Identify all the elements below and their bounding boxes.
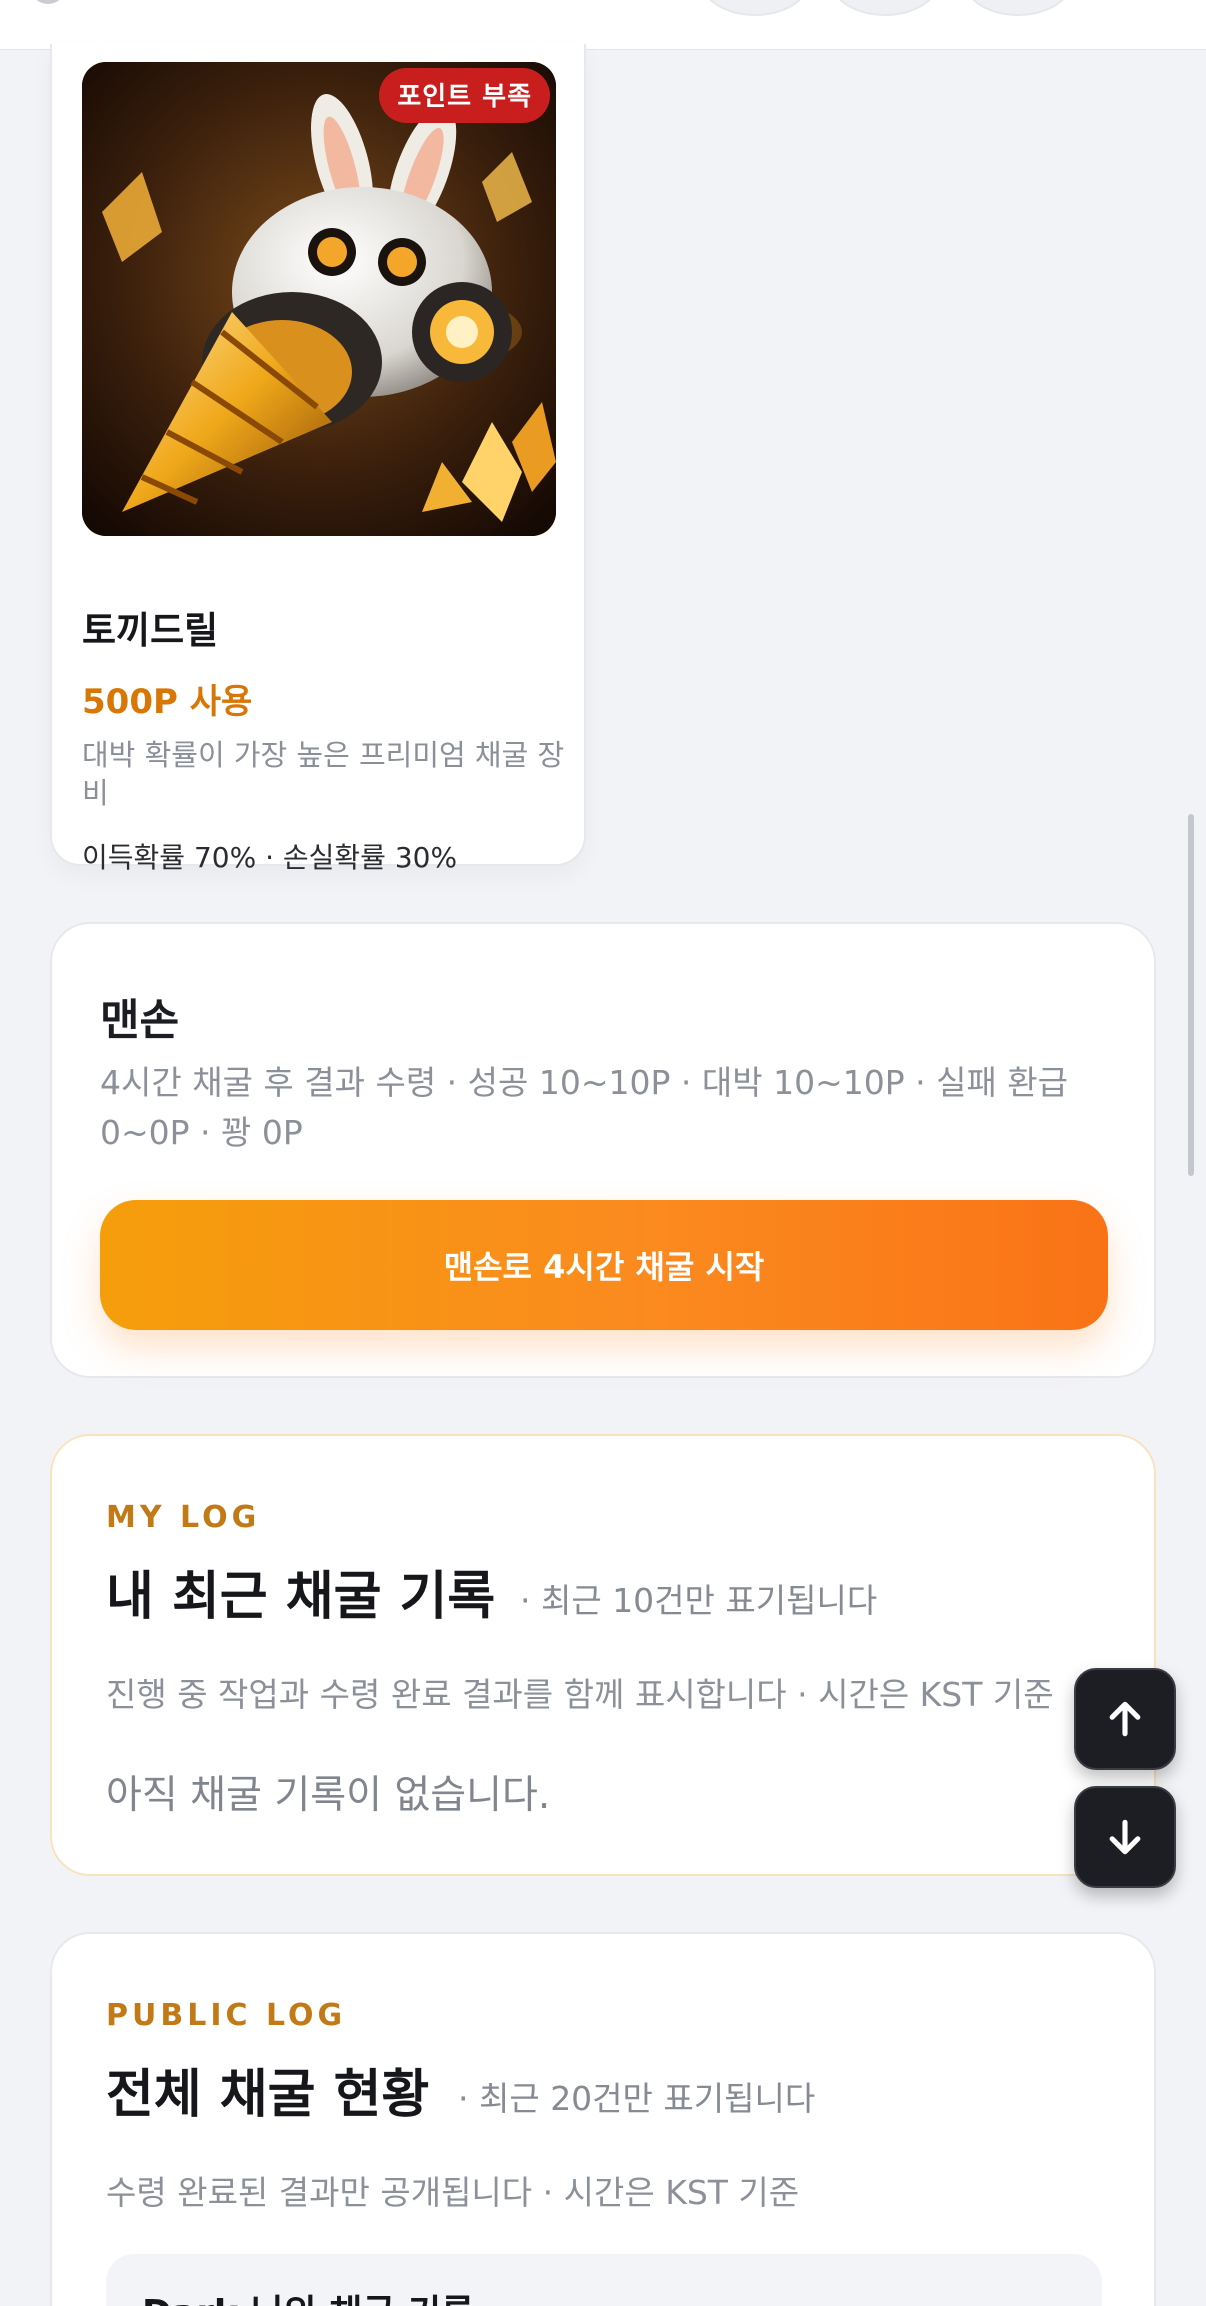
header-avatar-2[interactable] — [830, 0, 940, 16]
my-log-card: MY LOG 내 최근 채굴 기록 · 최근 10건만 표기됩니다 진행 중 작… — [50, 1434, 1156, 1876]
public-log-eyebrow: PUBLIC LOG — [106, 1998, 347, 2033]
arrow-down-icon — [1109, 1819, 1141, 1855]
public-log-card: PUBLIC LOG 전체 채굴 현황 · 최근 20건만 표기됩니다 수령 완… — [50, 1932, 1156, 2306]
item-image: 포인트 부족 — [82, 62, 556, 536]
header-avatar-1[interactable] — [700, 0, 810, 16]
page: 포인트 부족 토끼드릴 500P 사용 대박 확률이 가장 높은 프리미엄 채굴… — [0, 0, 1206, 2306]
top-header — [0, 0, 1206, 50]
my-log-title: 내 최근 채굴 기록 — [106, 1567, 496, 1627]
my-log-eyebrow: MY LOG — [106, 1500, 261, 1535]
scroll-bottom-button[interactable] — [1074, 1786, 1176, 1888]
item-name: 토끼드릴 — [82, 609, 219, 652]
public-log-title: 전체 채굴 현황 — [106, 2065, 430, 2125]
page-scrollbar[interactable] — [1188, 814, 1194, 1176]
menu-icon[interactable] — [30, 0, 66, 4]
barehand-description: 4시간 채굴 후 결과 수령 · 성공 10~10P · 대박 10~10P ·… — [100, 1063, 1069, 1152]
my-log-subtitle: · 최근 10건만 표기됩니다 — [520, 1581, 878, 1620]
arrow-up-icon — [1109, 1701, 1141, 1737]
my-log-empty-message: 아직 채굴 기록이 없습니다. — [106, 1773, 551, 1818]
start-mining-button[interactable]: 맨손로 4시간 채굴 시작 — [100, 1200, 1108, 1330]
public-log-entry: Dark 님의 채굴 기록 — [106, 2254, 1102, 2306]
my-log-note: 진행 중 작업과 수령 완료 결과를 함께 표시합니다 · 시간은 KST 기준 — [106, 1675, 1054, 1714]
public-log-note: 수령 완료된 결과만 공개됩니다 · 시간은 KST 기준 — [106, 2173, 800, 2212]
header-avatar-3[interactable] — [963, 0, 1073, 16]
item-price: 500P 사용 — [82, 682, 253, 722]
barehand-card: 맨손 4시간 채굴 후 결과 수령 · 성공 10~10P · 대박 10~10… — [50, 922, 1156, 1378]
public-log-subtitle: · 최근 20건만 표기됩니다 — [458, 2079, 816, 2118]
item-odds: 이득확률 70% · 손실확률 30% — [82, 841, 458, 874]
barehand-title: 맨손 — [100, 996, 180, 1046]
item-card-rabbit-drill[interactable]: 포인트 부족 토끼드릴 500P 사용 대박 확률이 가장 높은 프리미엄 채굴… — [50, 44, 586, 874]
public-log-entry-title: Dark 님의 채굴 기록 — [142, 2284, 474, 2306]
scroll-top-button[interactable] — [1074, 1668, 1176, 1770]
item-description: 대박 확률이 가장 높은 프리미엄 채굴 장비 — [82, 738, 565, 810]
rabbit-drill-illustration — [82, 62, 556, 536]
insufficient-points-badge: 포인트 부족 — [379, 68, 550, 123]
